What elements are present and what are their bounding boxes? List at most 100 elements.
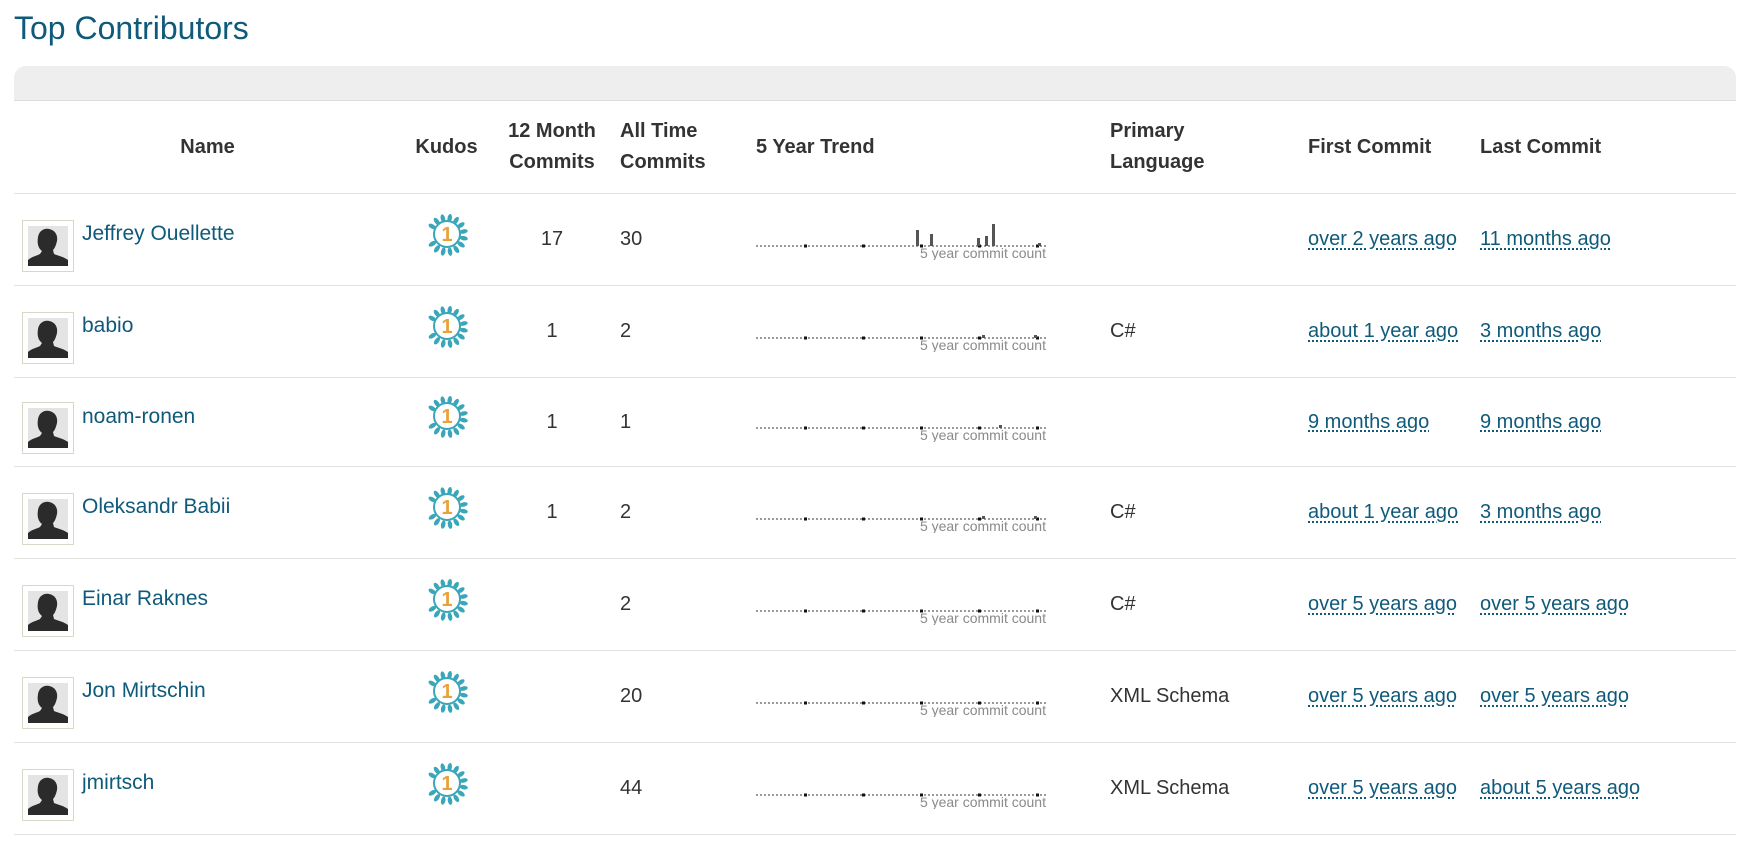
commits-all-time-cell: 2 <box>612 466 748 559</box>
first-commit-link[interactable]: over 5 years ago <box>1308 593 1457 615</box>
last-commit-link[interactable]: 9 months ago <box>1480 411 1601 433</box>
trend-cell: 5 year commit count <box>748 558 1102 651</box>
first-commit-link[interactable]: over 2 years ago <box>1308 228 1457 250</box>
avatar[interactable] <box>22 311 74 364</box>
contributor-row: Jeffrey Ouellette 1 17 30 5 year commit coun… <box>14 193 1736 286</box>
avatar-silhouette-icon <box>28 590 68 631</box>
first-commit-link[interactable]: about 1 year ago <box>1308 320 1458 342</box>
last-commit-link[interactable]: 11 months ago <box>1480 228 1611 250</box>
table-header-bar <box>14 66 1736 101</box>
avatar-silhouette-icon <box>28 225 68 266</box>
kudos-cell: 1 <box>401 285 492 378</box>
first-commit-link[interactable]: over 5 years ago <box>1308 685 1457 707</box>
contributor-name-cell: Jon Mirtschin <box>14 650 401 743</box>
commit-trend-sparkline: 5 year commit count <box>756 515 1048 533</box>
last-commit-cell: over 5 years ago <box>1472 558 1736 651</box>
kudo-rank-badge-icon: 1 <box>428 578 468 621</box>
last-commit-link[interactable]: 3 months ago <box>1480 320 1601 342</box>
trend-cell: 5 year commit count <box>748 742 1102 835</box>
kudo-rank-number: 1 <box>441 316 452 338</box>
commits-all-time-cell: 2 <box>612 558 748 651</box>
kudo-rank-badge-icon: 1 <box>428 396 468 438</box>
last-commit-link[interactable]: over 5 years ago <box>1480 593 1629 615</box>
commits-12-month-cell: 1 <box>492 466 612 559</box>
kudo-badge[interactable]: 1 <box>425 486 469 540</box>
kudo-rank-badge-icon: 1 <box>428 486 468 529</box>
kudos-cell: 1 <box>401 193 492 286</box>
last-commit-link[interactable]: about 5 years ago <box>1480 777 1640 799</box>
commits-all-time-cell: 20 <box>612 650 748 743</box>
sparkline-year-tick <box>862 336 865 339</box>
avatar[interactable] <box>22 492 74 545</box>
avatar[interactable] <box>22 676 74 729</box>
kudo-badge[interactable]: 1 <box>425 578 469 632</box>
sparkline-year-tick <box>862 701 865 704</box>
contributor-name-link[interactable]: noam-ronen <box>82 401 195 432</box>
primary-language-cell <box>1102 193 1300 286</box>
first-commit-link[interactable]: about 1 year ago <box>1308 501 1458 523</box>
sparkline-year-tick <box>862 517 865 520</box>
kudos-cell: 1 <box>401 466 492 559</box>
commit-trend-sparkline: 5 year commit count <box>756 425 1048 442</box>
column-header-first-commit[interactable]: First Commit <box>1300 101 1472 194</box>
contributor-name-link[interactable]: Jon Mirtschin <box>82 675 206 706</box>
avatar[interactable] <box>22 402 74 454</box>
contributor-name-link[interactable]: Oleksandr Babii <box>82 491 230 522</box>
kudo-badge[interactable]: 1 <box>425 305 469 359</box>
kudos-cell: 1 <box>401 742 492 835</box>
contributor-name-cell: jmirtsch <box>14 742 401 835</box>
kudo-rank-number: 1 <box>441 224 452 246</box>
last-commit-cell: 3 months ago <box>1472 285 1736 378</box>
column-header-all-time-line1: All Time <box>620 120 698 142</box>
last-commit-link[interactable]: 3 months ago <box>1480 501 1601 523</box>
first-commit-cell: over 5 years ago <box>1300 650 1472 743</box>
kudo-rank-number: 1 <box>441 406 452 428</box>
contributor-name-link[interactable]: Einar Raknes <box>82 583 208 614</box>
contributor-name-link[interactable]: babio <box>82 310 133 341</box>
contributor-name-link[interactable]: Jeffrey Ouellette <box>82 218 235 249</box>
avatar[interactable] <box>22 219 74 272</box>
commit-trend-sparkline: 5 year commit count <box>756 334 1048 352</box>
primary-language-cell: C# <box>1102 466 1300 559</box>
column-header-name[interactable]: Name <box>14 101 401 194</box>
kudo-badge[interactable]: 1 <box>425 213 469 267</box>
sparkline-bar <box>992 223 995 246</box>
kudos-cell: 1 <box>401 650 492 743</box>
avatar[interactable] <box>22 584 74 637</box>
column-header-primary-language[interactable]: Primary Language <box>1102 101 1300 194</box>
commits-12-month-cell: 17 <box>492 193 612 286</box>
kudo-badge[interactable]: 1 <box>425 670 469 724</box>
kudo-rank-badge-icon: 1 <box>428 670 468 713</box>
kudos-cell: 1 <box>401 377 492 467</box>
primary-language-cell: XML Schema <box>1102 650 1300 743</box>
commits-12-month-cell: 1 <box>492 377 612 467</box>
column-header-12-month-commits[interactable]: 12 Month Commits <box>492 101 612 194</box>
kudo-rank-number: 1 <box>441 497 452 519</box>
commits-12-month-cell <box>492 650 612 743</box>
column-header-kudos[interactable]: Kudos <box>401 101 492 194</box>
commits-all-time-cell: 2 <box>612 285 748 378</box>
contributor-row: babio 1 1 2 5 year commit count C# about 1 yea… <box>14 285 1736 378</box>
avatar-silhouette-icon <box>28 682 68 723</box>
first-commit-cell: 9 months ago <box>1300 377 1472 467</box>
last-commit-link[interactable]: over 5 years ago <box>1480 685 1629 707</box>
sparkline-caption: 5 year commit count <box>920 245 1046 260</box>
sparkline-bar <box>916 229 919 246</box>
sparkline-year-tick <box>804 517 807 520</box>
sparkline-year-tick <box>862 609 865 612</box>
avatar-silhouette-icon <box>28 317 68 358</box>
kudo-badge[interactable]: 1 <box>425 762 469 816</box>
kudo-badge[interactable]: 1 <box>425 395 469 449</box>
first-commit-link[interactable]: 9 months ago <box>1308 411 1429 433</box>
trend-cell: 5 year commit count <box>748 466 1102 559</box>
last-commit-cell: over 5 years ago <box>1472 650 1736 743</box>
first-commit-cell: about 1 year ago <box>1300 285 1472 378</box>
column-header-last-commit[interactable]: Last Commit <box>1472 101 1736 194</box>
avatar[interactable] <box>22 768 74 821</box>
column-header-all-time-commits[interactable]: All Time Commits <box>612 101 748 194</box>
sparkline-year-tick <box>862 244 865 247</box>
contributor-row: noam-ronen 1 1 1 5 year commit count 9 months… <box>14 377 1736 467</box>
contributor-name-link[interactable]: jmirtsch <box>82 767 154 798</box>
first-commit-link[interactable]: over 5 years ago <box>1308 777 1457 799</box>
trend-cell: 5 year commit count <box>748 193 1102 286</box>
